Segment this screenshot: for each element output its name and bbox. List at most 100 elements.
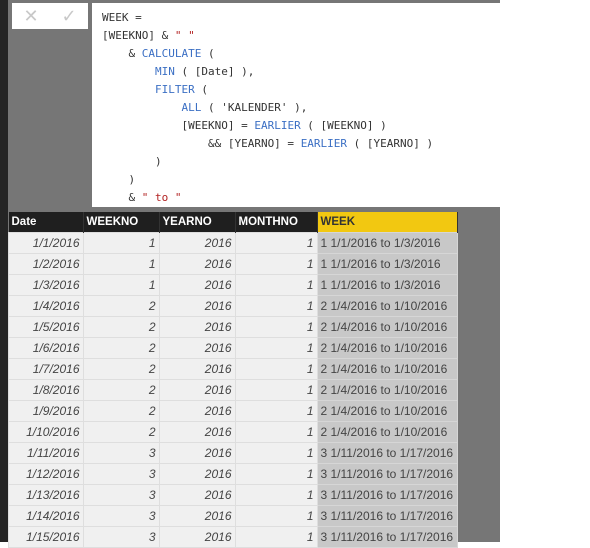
formula-token: " " <box>174 29 195 42</box>
formula-editor[interactable]: WEEK = [WEEKNO] & " " & CALCULATE ( MIN (… <box>92 3 500 207</box>
cell-date[interactable]: 1/9/2016 <box>8 400 84 422</box>
cell-monthno[interactable]: 1 <box>234 463 318 485</box>
cell-weekno[interactable]: 3 <box>82 463 160 485</box>
cell-week[interactable]: 2 1/4/2016 to 1/10/2016 <box>316 400 458 422</box>
cell-monthno[interactable]: 1 <box>234 400 318 422</box>
cell-yearno[interactable]: 2016 <box>158 253 236 275</box>
cell-date[interactable]: 1/5/2016 <box>8 316 84 338</box>
cell-week[interactable]: 3 1/11/2016 to 1/17/2016 <box>316 463 458 485</box>
cell-week[interactable]: 2 1/4/2016 to 1/10/2016 <box>316 337 458 359</box>
cell-weekno[interactable]: 1 <box>82 253 160 275</box>
cell-yearno[interactable]: 2016 <box>158 316 236 338</box>
formula-line: [WEEKNO] & " " <box>102 27 195 45</box>
cell-monthno[interactable]: 1 <box>234 316 318 338</box>
cell-date[interactable]: 1/15/2016 <box>8 526 84 548</box>
column-header-week[interactable]: WEEK <box>317 212 458 233</box>
cell-week[interactable]: 1 1/1/2016 to 1/3/2016 <box>316 253 458 275</box>
formula-token: && [YEARNO] = <box>102 137 301 150</box>
cell-date[interactable]: 1/13/2016 <box>8 484 84 506</box>
formula-token: ) <box>102 155 162 168</box>
cell-yearno[interactable]: 2016 <box>158 337 236 359</box>
formula-token: " to " <box>141 191 182 204</box>
cell-date[interactable]: 1/1/2016 <box>8 232 84 254</box>
table-row: 1/9/2016 2 2016 1 2 1/4/2016 to 1/10/2016 <box>8 400 458 422</box>
cell-yearno[interactable]: 2016 <box>158 295 236 317</box>
cell-weekno[interactable]: 2 <box>82 295 160 317</box>
cell-monthno[interactable]: 1 <box>234 421 318 443</box>
cell-monthno[interactable]: 1 <box>234 505 318 527</box>
cell-monthno[interactable]: 1 <box>234 253 318 275</box>
cell-week[interactable]: 3 1/11/2016 to 1/17/2016 <box>316 526 458 548</box>
cell-week[interactable]: 2 1/4/2016 to 1/10/2016 <box>316 316 458 338</box>
x-icon[interactable]: ✕ <box>23 6 38 27</box>
cell-week[interactable]: 2 1/4/2016 to 1/10/2016 <box>316 421 458 443</box>
cell-monthno[interactable]: 1 <box>234 274 318 296</box>
column-header-yearno[interactable]: YEARNO <box>159 212 236 233</box>
cell-yearno[interactable]: 2016 <box>158 505 236 527</box>
cell-yearno[interactable]: 2016 <box>158 484 236 506</box>
cell-yearno[interactable]: 2016 <box>158 526 236 548</box>
cell-week[interactable]: 2 1/4/2016 to 1/10/2016 <box>316 358 458 380</box>
cell-weekno[interactable]: 1 <box>82 274 160 296</box>
cell-weekno[interactable]: 2 <box>82 379 160 401</box>
cell-yearno[interactable]: 2016 <box>158 232 236 254</box>
cell-week[interactable]: 1 1/1/2016 to 1/3/2016 <box>316 232 458 254</box>
cell-yearno[interactable]: 2016 <box>158 400 236 422</box>
cell-weekno[interactable]: 2 <box>82 400 160 422</box>
cell-yearno[interactable]: 2016 <box>158 358 236 380</box>
cell-date[interactable]: 1/6/2016 <box>8 337 84 359</box>
cell-date[interactable]: 1/4/2016 <box>8 295 84 317</box>
cell-yearno[interactable]: 2016 <box>158 274 236 296</box>
cell-weekno[interactable]: 3 <box>82 484 160 506</box>
cell-week[interactable]: 3 1/11/2016 to 1/17/2016 <box>316 505 458 527</box>
formula-token: WEEK = <box>102 11 142 24</box>
formula-line: ALL ( 'KALENDER' ), <box>102 99 307 117</box>
formula-token: ALL <box>181 101 202 114</box>
table-row: 1/5/2016 2 2016 1 2 1/4/2016 to 1/10/2016 <box>8 316 458 338</box>
cell-weekno[interactable]: 2 <box>82 421 160 443</box>
table-row: 1/7/2016 2 2016 1 2 1/4/2016 to 1/10/2016 <box>8 358 458 380</box>
cell-yearno[interactable]: 2016 <box>158 379 236 401</box>
cell-date[interactable]: 1/3/2016 <box>8 274 84 296</box>
cell-monthno[interactable]: 1 <box>234 442 318 464</box>
cell-yearno[interactable]: 2016 <box>158 463 236 485</box>
cell-weekno[interactable]: 1 <box>82 232 160 254</box>
check-icon[interactable]: ✓ <box>61 6 76 27</box>
cell-weekno[interactable]: 3 <box>82 526 160 548</box>
cell-week[interactable]: 1 1/1/2016 to 1/3/2016 <box>316 274 458 296</box>
cell-weekno[interactable]: 3 <box>82 505 160 527</box>
column-header-date[interactable]: Date <box>8 212 84 233</box>
cell-weekno[interactable]: 2 <box>82 358 160 380</box>
cell-yearno[interactable]: 2016 <box>158 442 236 464</box>
formula-token: & <box>102 47 142 60</box>
cell-week[interactable]: 2 1/4/2016 to 1/10/2016 <box>316 295 458 317</box>
column-header-weekno[interactable]: WEEKNO <box>83 212 160 233</box>
cell-date[interactable]: 1/7/2016 <box>8 358 84 380</box>
formula-token: ( [WEEKNO] ) <box>300 119 387 132</box>
cell-monthno[interactable]: 1 <box>234 379 318 401</box>
formula-token <box>102 65 155 78</box>
cell-monthno[interactable]: 1 <box>234 232 318 254</box>
cell-week[interactable]: 3 1/11/2016 to 1/17/2016 <box>316 442 458 464</box>
cell-yearno[interactable]: 2016 <box>158 421 236 443</box>
cell-monthno[interactable]: 1 <box>234 526 318 548</box>
cell-date[interactable]: 1/2/2016 <box>8 253 84 275</box>
cell-monthno[interactable]: 1 <box>234 358 318 380</box>
cell-date[interactable]: 1/8/2016 <box>8 379 84 401</box>
cell-monthno[interactable]: 1 <box>234 295 318 317</box>
cell-monthno[interactable]: 1 <box>234 484 318 506</box>
cell-weekno[interactable]: 2 <box>82 337 160 359</box>
formula-token: EARLIER <box>300 137 348 150</box>
cell-weekno[interactable]: 3 <box>82 442 160 464</box>
formula-line: & " to " <box>102 189 182 207</box>
cell-week[interactable]: 3 1/11/2016 to 1/17/2016 <box>316 484 458 506</box>
cell-monthno[interactable]: 1 <box>234 337 318 359</box>
cell-date[interactable]: 1/11/2016 <box>8 442 84 464</box>
table-row: 1/11/2016 3 2016 1 3 1/11/2016 to 1/17/2016 <box>8 442 458 464</box>
column-header-monthno[interactable]: MONTHNO <box>235 212 318 233</box>
cell-week[interactable]: 2 1/4/2016 to 1/10/2016 <box>316 379 458 401</box>
cell-weekno[interactable]: 2 <box>82 316 160 338</box>
cell-date[interactable]: 1/12/2016 <box>8 463 84 485</box>
cell-date[interactable]: 1/14/2016 <box>8 505 84 527</box>
cell-date[interactable]: 1/10/2016 <box>8 421 84 443</box>
